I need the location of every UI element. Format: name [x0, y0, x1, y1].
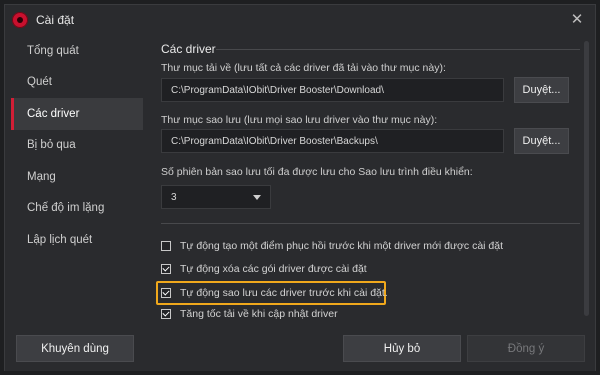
option-speed-up-download[interactable]: Tăng tốc tải về khi cập nhật driver [161, 304, 338, 322]
delete-packages-checkbox[interactable] [161, 264, 171, 274]
option-auto-backup[interactable]: Tự động sao lưu các driver trước khi cài… [161, 283, 388, 303]
close-icon[interactable]: ✕ [569, 12, 585, 28]
scrollbar[interactable] [583, 35, 591, 322]
restore-point-label: Tự động tạo một điểm phục hồi trước khi … [180, 240, 504, 252]
recommend-button[interactable]: Khuyên dùng [16, 335, 134, 362]
download-folder-label: Thư mục tải về (lưu tất cả các driver đã… [161, 62, 446, 74]
scrollbar-thumb[interactable] [584, 41, 589, 316]
delete-packages-label: Tự động xóa các gói driver được cài đặt [180, 263, 367, 275]
section-title: Các driver [161, 42, 216, 56]
backup-folder-label: Thư mục sao lưu (lưu mọi sao lưu driver … [161, 114, 438, 126]
auto-backup-label: Tự động sao lưu các driver trước khi cài… [180, 287, 388, 299]
sidebar-item-drivers[interactable]: Các driver [11, 98, 143, 130]
window-title: Cài đặt [36, 13, 75, 27]
chevron-down-icon [253, 195, 261, 200]
backup-browse-button[interactable]: Duyệt... [514, 128, 569, 154]
max-backups-value: 3 [171, 191, 177, 203]
option-delete-packages[interactable]: Tự động xóa các gói driver được cài đặt [161, 259, 367, 279]
sidebar-item-silent-mode[interactable]: Chế độ im lặng [11, 193, 143, 225]
max-backups-label: Số phiên bản sao lưu tối đa được lưu cho… [161, 166, 473, 178]
speed-up-label: Tăng tốc tải về khi cập nhật driver [180, 308, 338, 320]
backup-folder-input[interactable]: C:\ProgramData\IObit\Driver Booster\Back… [161, 129, 504, 153]
section-divider [216, 49, 580, 50]
drivers-settings-panel: Các driver Thư mục tải về (lưu tất cả cá… [150, 35, 580, 322]
download-folder-input[interactable]: C:\ProgramData\IObit\Driver Booster\Down… [161, 78, 504, 102]
sidebar-item-network[interactable]: Mạng [11, 161, 143, 193]
ok-button[interactable]: Đồng ý [467, 335, 585, 362]
sidebar-item-scan-schedule[interactable]: Lập lịch quét [11, 224, 143, 256]
title-bar: Cài đặt ✕ [5, 5, 595, 35]
settings-sidebar: Tổng quát Quét Các driver Bị bỏ qua Mạng… [11, 35, 143, 320]
option-restore-point[interactable]: Tự động tạo một điểm phục hồi trước khi … [161, 236, 503, 256]
restore-point-checkbox[interactable] [161, 241, 171, 251]
auto-backup-checkbox[interactable] [161, 288, 171, 298]
dialog-footer: Khuyên dùng Hủy bỏ Đồng ý [5, 323, 595, 371]
sidebar-item-general[interactable]: Tổng quát [11, 35, 143, 67]
sidebar-item-ignored[interactable]: Bị bỏ qua [11, 130, 143, 162]
settings-window: Cài đặt ✕ Tổng quát Quét Các driver Bị b… [4, 4, 596, 371]
options-divider [161, 223, 580, 224]
sidebar-item-scan[interactable]: Quét [11, 67, 143, 99]
app-logo-icon [12, 12, 28, 28]
cancel-button[interactable]: Hủy bỏ [343, 335, 461, 362]
download-browse-button[interactable]: Duyệt... [514, 77, 569, 103]
speed-up-checkbox[interactable] [161, 309, 171, 319]
max-backups-select[interactable]: 3 [161, 185, 271, 209]
